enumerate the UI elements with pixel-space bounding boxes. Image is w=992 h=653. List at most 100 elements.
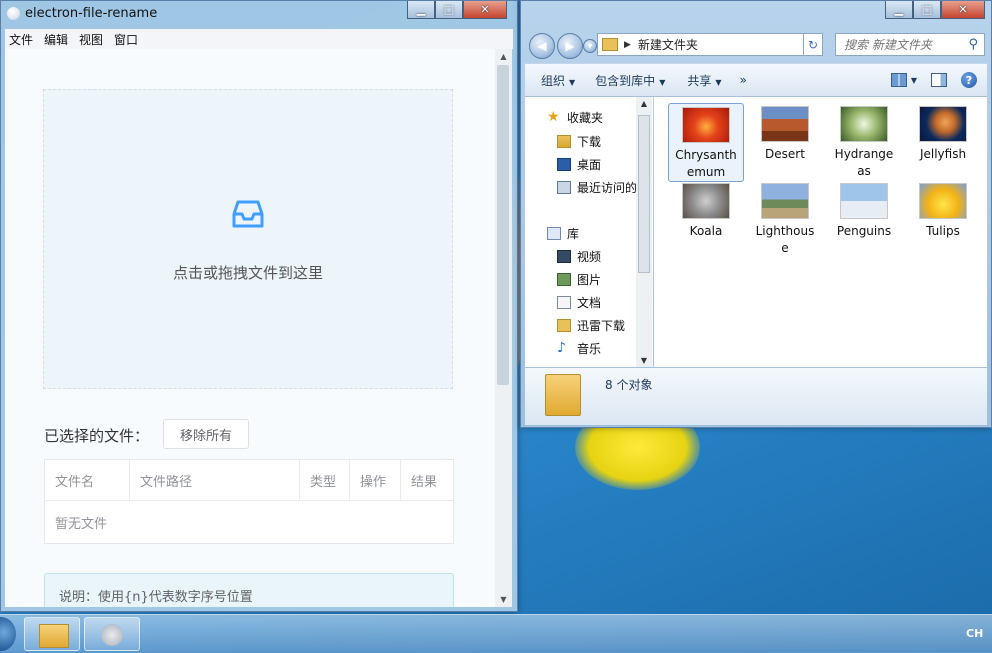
electron-window-controls: ▁ □ ✕ [407, 1, 507, 19]
back-button[interactable]: ◀ [529, 33, 555, 59]
nav-recent[interactable]: 最近访问的 [557, 179, 637, 196]
desktop-icon [557, 158, 571, 171]
help-icon[interactable]: ? [961, 72, 977, 88]
scroll-down-icon[interactable]: ▼ [495, 595, 512, 604]
maximize-button[interactable]: □ [435, 1, 463, 19]
menu-view[interactable]: 视图 [79, 31, 103, 48]
nav-thunder-downloads[interactable]: 迅雷下载 [557, 317, 625, 334]
menu-bar: 文件 编辑 视图 窗口 [5, 29, 513, 49]
explorer-maximize-button[interactable]: □ [913, 1, 941, 19]
scroll-down-icon[interactable]: ▼ [636, 356, 652, 365]
image-thumbnail [761, 106, 809, 142]
nav-desktop[interactable]: 桌面 [557, 156, 601, 173]
document-library-icon [557, 296, 571, 309]
menu-window[interactable]: 窗口 [114, 31, 138, 48]
image-thumbnail [682, 183, 730, 219]
chevron-down-icon[interactable]: ▼ [911, 76, 917, 85]
close-button[interactable]: ✕ [463, 1, 507, 19]
column-header: 文件名 [45, 460, 130, 500]
nav-downloads[interactable]: 下载 [557, 133, 601, 150]
change-view-icon[interactable] [890, 73, 907, 87]
nav-music[interactable]: ♪ 音乐 [557, 340, 601, 357]
minimize-button[interactable]: ▁ [407, 1, 435, 19]
file-name: Tulips [926, 224, 960, 238]
nav-libraries[interactable]: 库 [547, 225, 579, 242]
nav-favorites[interactable]: ★ 收藏夹 [547, 109, 603, 126]
search-icon[interactable]: ⚲ [968, 37, 978, 52]
item-count: 8 个对象 [605, 378, 653, 392]
scroll-up-icon[interactable]: ▲ [495, 52, 512, 61]
file-item[interactable]: Chrysanth emum [668, 103, 744, 182]
file-item[interactable]: Hydrange as [826, 103, 902, 180]
forward-button[interactable]: ▶ [557, 33, 583, 59]
menu-edit[interactable]: 编辑 [44, 31, 68, 48]
folder-icon [39, 624, 69, 648]
nav-videos[interactable]: 视频 [557, 248, 601, 265]
search-box[interactable]: ⚲ [835, 33, 985, 56]
file-item[interactable]: Desert [747, 103, 823, 163]
view-controls: ▼ ? [890, 72, 977, 88]
electron-titlebar[interactable]: electron-file-rename ▁ □ ✕ [1, 1, 517, 27]
file-list-pane: Chrysanth emum Desert Hydrange as Jellyf… [654, 97, 987, 367]
file-name: Hydrange [834, 147, 894, 161]
address-bar[interactable]: ▶ 新建文件夹 ▼ [597, 33, 823, 56]
scroll-up-icon[interactable]: ▲ [636, 99, 652, 108]
nav-label: 桌面 [577, 158, 602, 172]
image-thumbnail [840, 183, 888, 219]
downloads-folder-icon [557, 135, 571, 148]
refresh-icon: ↻ [807, 37, 819, 52]
taskbar-explorer-button[interactable] [24, 617, 80, 651]
app-content: 点击或拖拽文件到这里 已选择的文件： 移除所有 文件名 文件路径 类型 操作 结… [5, 49, 495, 607]
command-bar: 组织 ▼ 包含到库中 ▼ 共享 ▼ » ▼ ? [525, 63, 987, 97]
file-item[interactable]: Lighthous e [747, 180, 823, 257]
image-thumbnail [840, 106, 888, 142]
nav-label: 图片 [577, 273, 602, 287]
libraries-icon [547, 227, 561, 240]
menu-file[interactable]: 文件 [9, 31, 33, 48]
explorer-close-button[interactable]: ✕ [941, 1, 985, 19]
electron-window: electron-file-rename ▁ □ ✕ 文件 编辑 视图 窗口 点… [0, 0, 518, 612]
organize-label: 组织 [541, 73, 566, 88]
share-menu[interactable]: 共享 ▼ [687, 72, 721, 89]
include-in-library-label: 包含到库中 [595, 73, 656, 88]
explorer-minimize-button[interactable]: ▁ [885, 1, 913, 19]
close-icon: ✕ [958, 3, 968, 16]
remove-all-button[interactable]: 移除所有 [163, 419, 249, 449]
image-thumbnail [919, 183, 967, 219]
explorer-window: ▁ □ ✕ ◀ ▶ ▼ ▶ 新建文件夹 ▼ ↻ ⚲ 组织▼ 包含到库中▼ 共享▼… [520, 0, 992, 428]
input-language-indicator[interactable]: CH [966, 627, 983, 640]
nav-scroll-thumb[interactable] [638, 115, 650, 273]
organize-menu[interactable]: 组织 ▼ [541, 72, 575, 89]
explorer-window-controls: ▁ □ ✕ [885, 1, 985, 19]
nav-label: 收藏夹 [567, 111, 604, 125]
column-header: 操作 [350, 460, 401, 500]
file-item[interactable]: Penguins [826, 180, 902, 240]
start-button[interactable] [0, 617, 16, 651]
refresh-button[interactable]: ↻ [803, 33, 823, 56]
image-thumbnail [919, 106, 967, 142]
upload-dropzone[interactable]: 点击或拖拽文件到这里 [43, 89, 453, 389]
recent-places-icon [557, 181, 571, 194]
more-commands-button[interactable]: » [740, 73, 747, 87]
usage-note: 说明：使用{n}代表数字序号位置 [44, 573, 454, 607]
nav-pictures[interactable]: 图片 [557, 271, 601, 288]
table-empty-text: 暂无文件 [55, 516, 108, 532]
content-scrollbar[interactable]: ▲ ▼ [495, 49, 512, 607]
recent-pages-button[interactable]: ▼ [583, 39, 597, 53]
electron-app-icon [101, 624, 123, 646]
chevron-down-icon: ▼ [659, 77, 666, 87]
search-input[interactable] [842, 36, 966, 53]
maximize-icon: □ [443, 3, 455, 16]
preview-pane-icon[interactable] [931, 73, 947, 87]
file-item[interactable]: Koala [668, 180, 744, 240]
nav-scrollbar[interactable]: ▲ ▼ [636, 97, 652, 367]
file-item[interactable]: Tulips [905, 180, 981, 240]
taskbar-electron-button[interactable] [84, 617, 140, 651]
chevron-down-icon: ▼ [587, 42, 593, 50]
nav-documents[interactable]: 文档 [557, 294, 601, 311]
scroll-thumb[interactable] [497, 65, 509, 385]
include-in-library-menu[interactable]: 包含到库中 ▼ [595, 72, 665, 89]
image-thumbnail [682, 107, 730, 143]
file-item[interactable]: Jellyfish [905, 103, 981, 163]
maximize-icon: □ [921, 3, 933, 16]
